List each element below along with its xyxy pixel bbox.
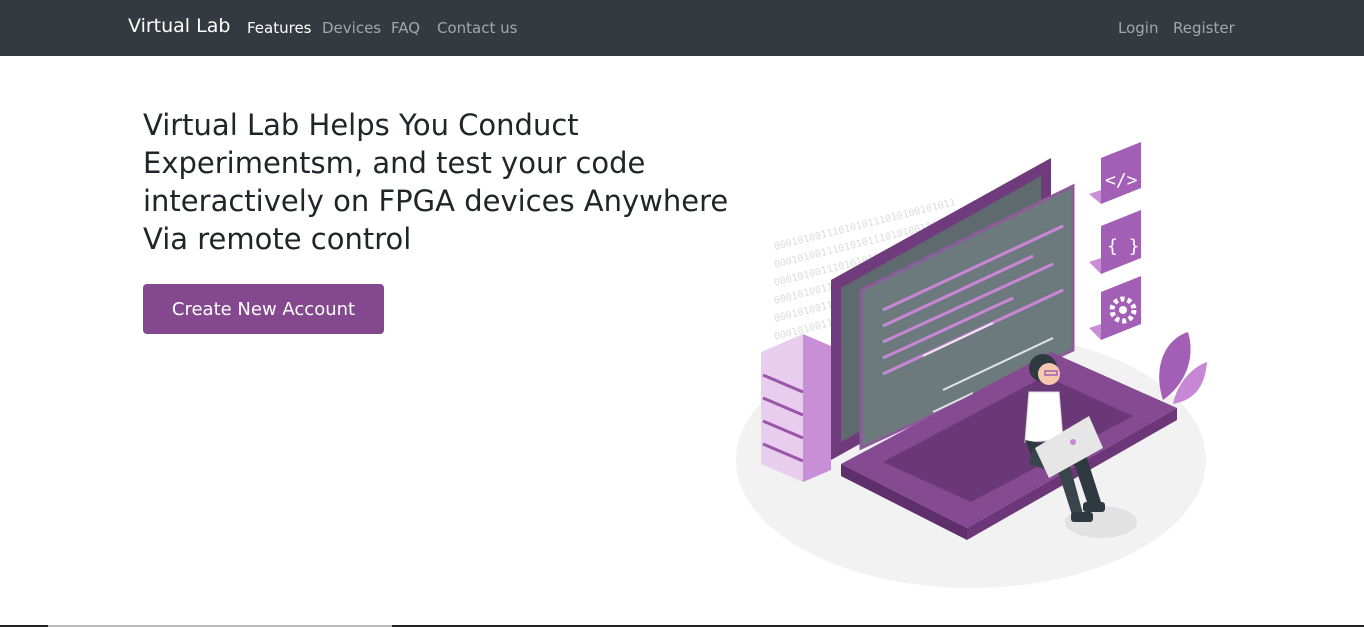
hero-title: Virtual Lab Helps You Conduct Experiment…	[143, 108, 729, 256]
hero-illustration: 0001010011101010111010100101011 00010100…	[736, 142, 1207, 588]
nav-register[interactable]: Register	[1173, 19, 1235, 37]
brand-logo[interactable]: Virtual Lab	[128, 15, 230, 37]
nav-contact-us[interactable]: Contact us	[437, 19, 517, 37]
nav-features[interactable]: Features	[247, 19, 312, 37]
svg-text:{ }: { }	[1107, 236, 1140, 257]
server-stack	[761, 334, 831, 482]
nav-faq[interactable]: FAQ	[391, 19, 420, 37]
braces-icon: { }	[1089, 210, 1141, 274]
plant-decoration	[1159, 332, 1207, 404]
create-account-button[interactable]: Create New Account	[143, 284, 384, 334]
svg-text:</>: </>	[1105, 170, 1138, 191]
code-tag-icon: </>	[1089, 142, 1141, 204]
top-navbar: Virtual Lab Features Devices FAQ Contact…	[0, 0, 1364, 56]
nav-login[interactable]: Login	[1118, 19, 1158, 37]
gear-icon	[1089, 276, 1141, 340]
nav-devices[interactable]: Devices	[322, 19, 381, 37]
